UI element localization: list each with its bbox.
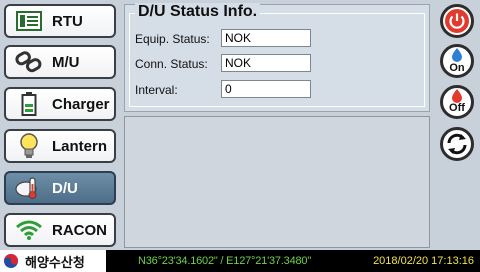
status-panel: D/U Status Info. Equip. Status: NOK Conn… <box>124 3 430 112</box>
on-button[interactable]: On <box>440 44 474 78</box>
interval-label: Interval: <box>135 83 178 97</box>
cloud-thermometer-icon <box>12 173 46 203</box>
org-name: 해양수산청 <box>25 254 85 270</box>
datetime: 2018/02/20 17:13:16 <box>373 255 474 267</box>
menu-charger-label: Charger <box>52 95 110 113</box>
rtu-icon <box>12 6 46 36</box>
equip-status-field[interactable]: NOK <box>221 29 311 47</box>
link-icon <box>12 47 46 77</box>
on-label: On <box>449 62 465 74</box>
equip-status-label: Equip. Status: <box>135 32 210 46</box>
refresh-button[interactable] <box>440 127 474 161</box>
status-bar: 해양수산청 N36°23'34.1602" / E127°21'37.3480"… <box>0 250 480 272</box>
content-area <box>124 116 430 248</box>
off-button[interactable]: Off <box>440 85 474 119</box>
screen: RTU M/U Charger Lantern D/U RACON D/U St… <box>0 0 480 272</box>
menu-racon-label: RACON <box>52 221 107 239</box>
menu-lantern-button[interactable]: Lantern <box>4 129 116 163</box>
menu-du-button[interactable]: D/U <box>4 171 116 205</box>
gps-coordinates: N36°23'34.1602" / E127°21'37.3480" <box>138 255 312 267</box>
interval-field[interactable]: 0 <box>221 80 311 98</box>
menu-mu-button[interactable]: M/U <box>4 45 116 79</box>
menu-rtu-label: RTU <box>52 12 83 30</box>
menu-mu-label: M/U <box>52 53 80 71</box>
power-icon <box>445 9 469 33</box>
power-button[interactable] <box>440 4 474 38</box>
bulb-icon <box>12 131 46 161</box>
off-label: Off <box>449 102 465 114</box>
panel-title: D/U Status Info. <box>135 3 261 21</box>
menu-lantern-label: Lantern <box>52 137 108 155</box>
menu-rtu-button[interactable]: RTU <box>4 4 116 38</box>
conn-status-field[interactable]: NOK <box>221 54 311 72</box>
refresh-icon <box>447 133 467 155</box>
conn-status-row: Conn. Status: <box>135 57 221 71</box>
menu-charger-button[interactable]: Charger <box>4 87 116 121</box>
org-logo: 해양수산청 <box>0 250 106 272</box>
interval-row: Interval: <box>135 83 221 97</box>
battery-icon <box>12 89 46 119</box>
menu-racon-button[interactable]: RACON <box>4 213 116 247</box>
conn-status-label: Conn. Status: <box>135 57 208 71</box>
wifi-icon <box>12 215 46 245</box>
equip-status-row: Equip. Status: <box>135 32 221 46</box>
taegeuk-icon <box>4 254 18 268</box>
menu-du-label: D/U <box>52 179 78 197</box>
